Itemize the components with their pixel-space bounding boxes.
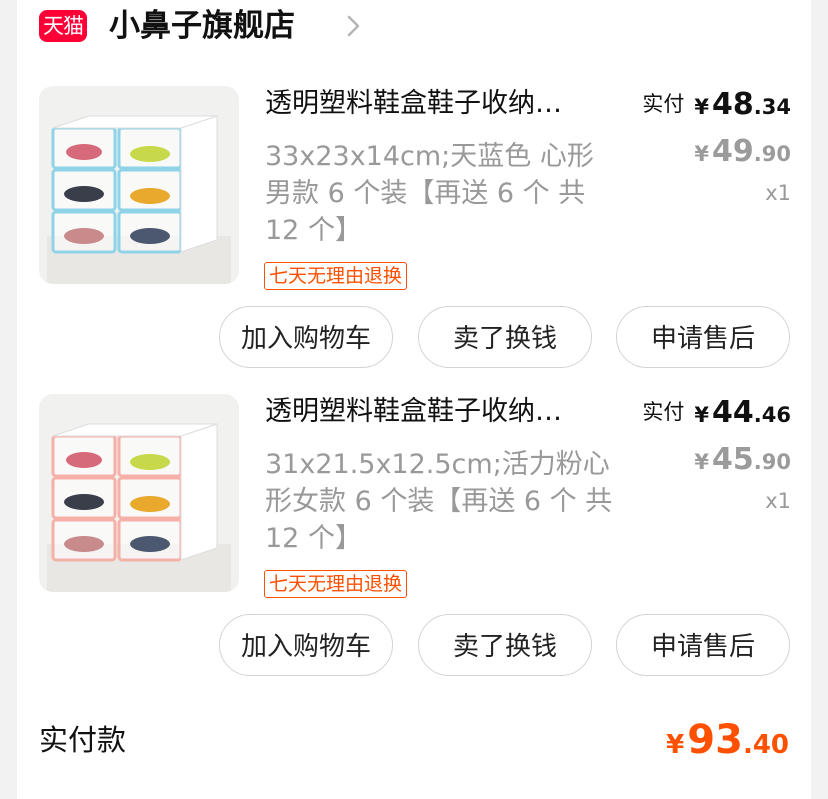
currency-symbol: ¥ <box>694 95 710 119</box>
return-policy-tag: 七天无理由退换 <box>264 570 408 598</box>
return-policy-tag: 七天无理由退换 <box>264 262 408 290</box>
order-card: 天猫 小鼻子旗舰店 透明塑料鞋盒鞋子收纳… 33x23x14cm;天蓝色 心形男… <box>17 0 811 799</box>
product-item[interactable]: 透明塑料鞋盒鞋子收纳… 31x21.5x12.5cm;活力粉心形女款 6 个装【… <box>17 308 811 676</box>
original-price: ¥49.90 <box>694 134 791 174</box>
price-integer: 44 <box>712 395 754 430</box>
after-sales-button[interactable]: 申请售后 <box>616 614 790 676</box>
product-title[interactable]: 透明塑料鞋盒鞋子收纳… <box>265 84 625 124</box>
price-integer: 93 <box>687 717 743 763</box>
original-price: ¥45.90 <box>694 442 791 482</box>
product-item[interactable]: 透明塑料鞋盒鞋子收纳… 33x23x14cm;天蓝色 心形男款 6 个装【再送 … <box>17 0 811 368</box>
paid-label: 实付 <box>642 400 685 424</box>
resell-button[interactable]: 卖了换钱 <box>418 614 592 676</box>
product-image[interactable] <box>39 394 239 592</box>
product-sku: 33x23x14cm;天蓝色 心形男款 6 个装【再送 6 个 共 12 个】 <box>265 141 594 246</box>
paid-label: 实付 <box>642 92 685 116</box>
price-decimal: .46 <box>753 403 791 427</box>
currency-symbol: ¥ <box>666 730 685 760</box>
product-sku: 31x21.5x12.5cm;活力粉心形女款 6 个装【再送 6 个 共 12 … <box>265 449 613 554</box>
total-paid-label: 实付款 <box>39 723 127 757</box>
price-integer: 48 <box>712 87 754 122</box>
price-decimal: .90 <box>753 450 791 474</box>
product-image[interactable] <box>39 86 239 284</box>
quantity: x1 <box>765 489 791 513</box>
currency-symbol: ¥ <box>694 142 710 166</box>
product-title[interactable]: 透明塑料鞋盒鞋子收纳… <box>265 392 625 432</box>
price-decimal: .40 <box>742 730 789 760</box>
currency-symbol: ¥ <box>694 450 710 474</box>
price-integer: 49 <box>712 134 754 169</box>
add-to-cart-button[interactable]: 加入购物车 <box>219 614 393 676</box>
currency-symbol: ¥ <box>694 403 710 427</box>
total-paid-amount: ¥93.40 <box>666 716 789 772</box>
paid-price: 实付 ¥48.34 <box>642 84 791 129</box>
paid-price: 实付 ¥44.46 <box>642 392 791 437</box>
price-decimal: .90 <box>753 142 791 166</box>
price-integer: 45 <box>712 442 754 477</box>
price-decimal: .34 <box>753 95 791 119</box>
quantity: x1 <box>765 181 791 205</box>
